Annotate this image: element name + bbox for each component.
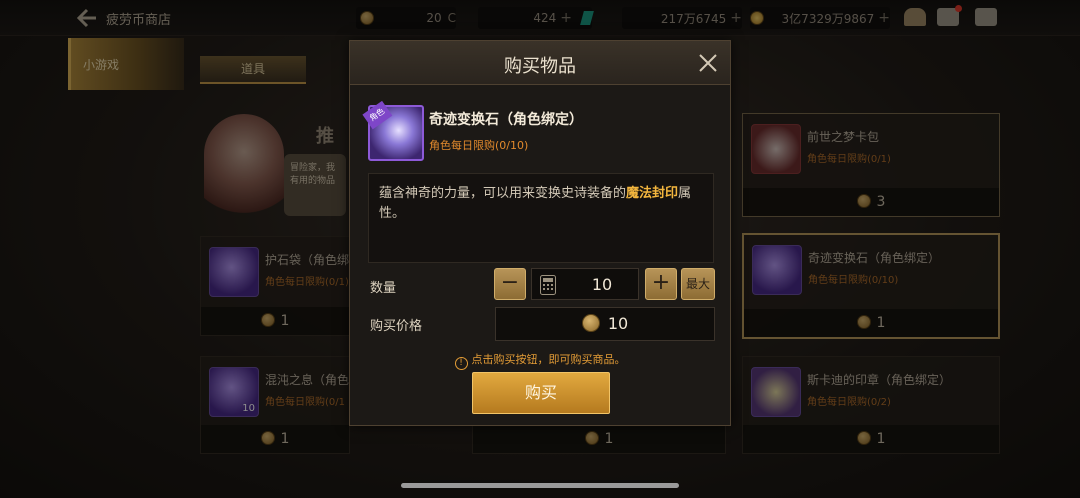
quantity-field[interactable]: 10: [531, 268, 639, 300]
price-field: 10: [495, 307, 715, 341]
item-description: 蕴含神奇的力量，可以用来变换史诗装备的魔法封印属性。: [368, 173, 714, 263]
item-info: 角色 奇迹变换石（角色绑定） 角色每日限购(0/10): [362, 100, 714, 165]
dialog-title: 购买物品: [504, 56, 576, 77]
item-name: 奇迹变换石（角色绑定）: [429, 112, 583, 128]
bound-tag: 角色: [362, 100, 393, 130]
calculator-icon[interactable]: [540, 275, 556, 295]
quantity-value: 10: [591, 275, 613, 294]
increase-button[interactable]: +: [645, 268, 677, 300]
buy-button[interactable]: 购买: [472, 372, 610, 414]
max-button[interactable]: 最大: [681, 268, 715, 300]
close-icon[interactable]: [698, 53, 718, 73]
purchase-dialog: 购买物品 角色 奇迹变换石（角色绑定） 角色每日限购(0/10) 蕴含神奇的力量…: [349, 40, 731, 426]
fatigue-coin-icon: [581, 314, 600, 332]
miracle-stone-icon: 角色: [362, 100, 424, 161]
price-label: 购买价格: [370, 319, 423, 334]
dialog-header: 购买物品: [350, 41, 730, 85]
home-indicator[interactable]: [401, 483, 679, 488]
purchase-notice: ! 点击购买按钮，即可购买商品。: [350, 351, 730, 370]
quantity-label: 数量: [370, 281, 397, 296]
warning-icon: !: [454, 357, 468, 370]
item-limit: 角色每日限购(0/10): [429, 139, 529, 152]
decrease-button[interactable]: −: [494, 268, 526, 300]
